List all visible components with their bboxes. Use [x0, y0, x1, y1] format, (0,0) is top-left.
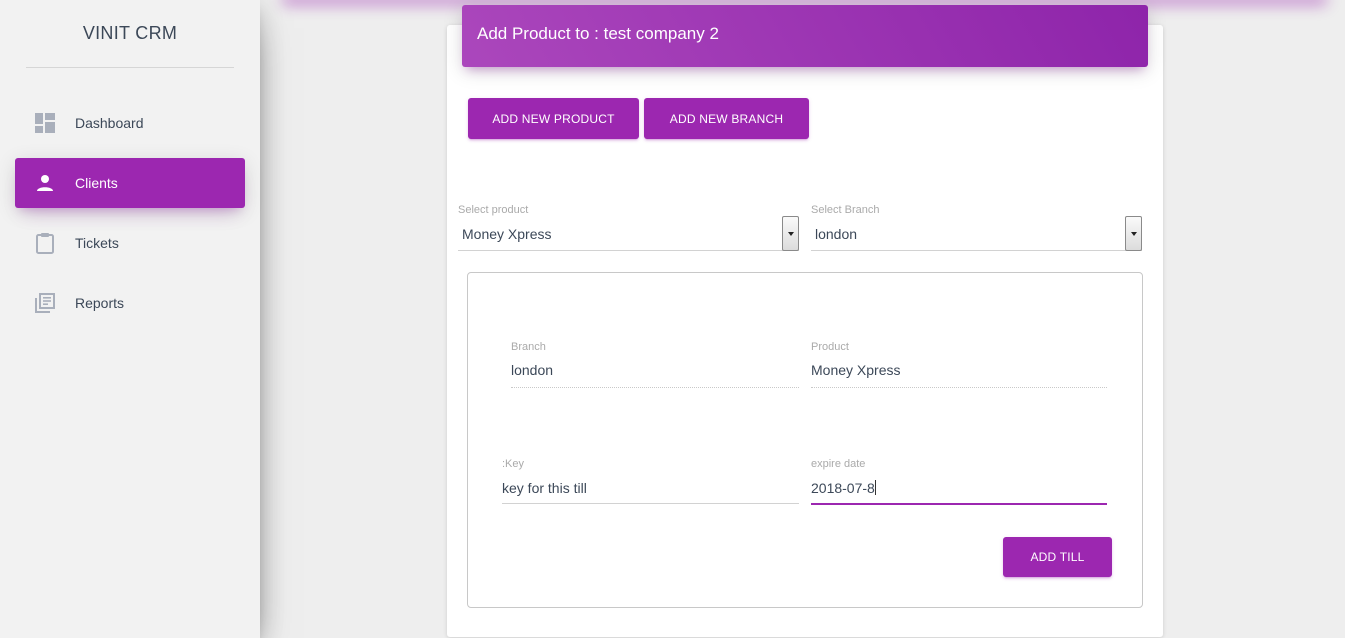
- sidebar-item-reports[interactable]: Reports: [15, 278, 245, 328]
- expire-date-underline: [811, 503, 1107, 505]
- sidebar: VINIT CRM Dashboard Clients Tickets Repo…: [0, 0, 260, 638]
- sidebar-item-tickets[interactable]: Tickets: [15, 218, 245, 268]
- product-field-label: Product: [811, 341, 849, 353]
- select-product-value: Money Xpress: [462, 226, 552, 242]
- add-till-button[interactable]: ADD TILL: [1003, 537, 1112, 577]
- expire-date-value: 2018-07-8: [811, 480, 875, 496]
- key-field-label: :Key: [502, 458, 525, 470]
- sidebar-item-dashboard[interactable]: Dashboard: [15, 98, 245, 148]
- text-cursor: [874, 480, 876, 495]
- select-branch-value: london: [815, 226, 858, 242]
- branch-field-label: Branch: [511, 341, 546, 353]
- expire-date-input[interactable]: 2018-07-8: [811, 480, 876, 496]
- select-branch[interactable]: london: [811, 216, 1142, 251]
- sidebar-item-clients[interactable]: Clients: [15, 158, 245, 208]
- person-icon: [34, 172, 56, 194]
- sidebar-item-label: Tickets: [75, 235, 119, 251]
- product-field-underline: [811, 387, 1107, 388]
- brand-logo[interactable]: VINIT CRM: [26, 0, 234, 68]
- library-books-icon: [34, 292, 56, 314]
- clipboard-icon: [34, 232, 56, 254]
- add-new-product-button[interactable]: ADD NEW PRODUCT: [468, 98, 639, 139]
- branch-field: london: [511, 362, 554, 378]
- card-title: Add Product to : test company 2: [462, 5, 1148, 67]
- select-branch-label: Select Branch: [811, 204, 880, 216]
- select-product-label: Select product: [458, 204, 529, 216]
- product-field: Money Xpress: [811, 362, 901, 378]
- key-input[interactable]: key for this till: [502, 480, 587, 496]
- sidebar-item-label: Dashboard: [75, 115, 144, 131]
- expire-date-label: expire date: [811, 458, 866, 470]
- add-new-branch-button[interactable]: ADD NEW BRANCH: [644, 98, 809, 139]
- sidebar-item-label: Reports: [75, 295, 125, 311]
- chevron-down-icon[interactable]: [782, 216, 799, 251]
- sidebar-item-label: Clients: [75, 175, 118, 191]
- chevron-down-icon[interactable]: [1125, 216, 1142, 251]
- branch-field-underline: [511, 387, 799, 388]
- select-product[interactable]: Money Xpress: [458, 216, 799, 251]
- key-input-underline: [502, 503, 799, 504]
- dashboard-icon: [34, 112, 56, 134]
